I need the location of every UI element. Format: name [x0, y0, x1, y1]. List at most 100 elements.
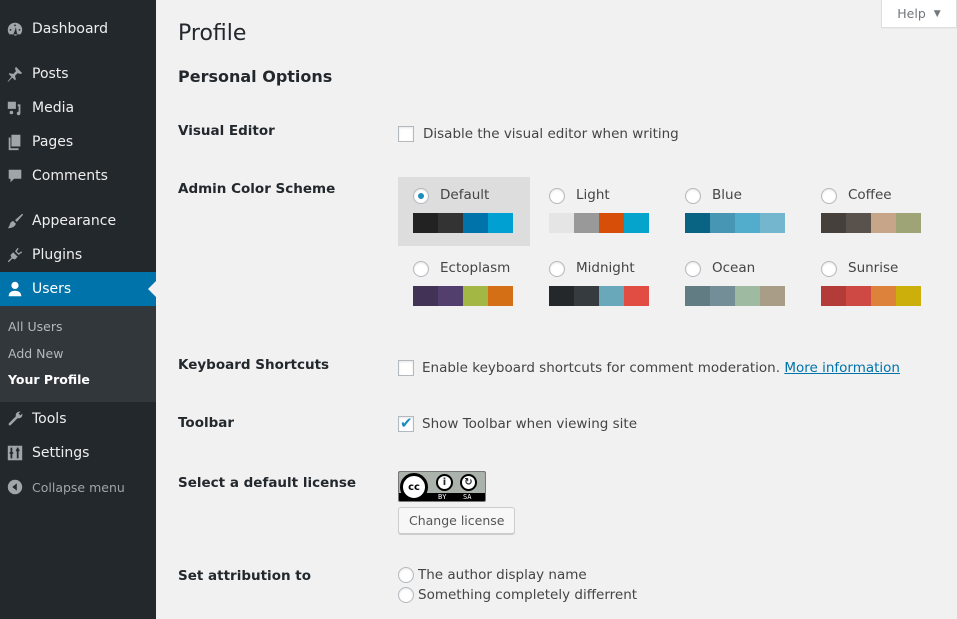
color-swatch [413, 213, 438, 233]
radio-button[interactable] [398, 567, 414, 583]
color-swatches [413, 286, 513, 306]
color-swatch [710, 286, 735, 306]
color-scheme-option-default[interactable]: Default [398, 177, 530, 246]
color-swatch [488, 213, 513, 233]
color-scheme-option-sunrise[interactable]: Sunrise [806, 250, 938, 319]
color-swatch [846, 286, 871, 306]
sidebar-item-settings[interactable]: Settings [0, 436, 156, 470]
sidebar-label: Users [32, 281, 72, 297]
radio-button[interactable] [413, 188, 429, 204]
plugin-icon [5, 245, 25, 265]
dashboard-icon [5, 19, 25, 39]
color-swatch [438, 213, 463, 233]
radio-button[interactable] [821, 188, 837, 204]
radio-button[interactable] [821, 261, 837, 277]
collapse-menu-button[interactable]: Collapse menu [0, 470, 156, 504]
sidebar-item-tools[interactable]: Tools [0, 402, 156, 436]
media-icon [5, 98, 25, 118]
attribution-option-custom[interactable]: Something completely differrent [398, 587, 637, 603]
sidebar-item-appearance[interactable]: Appearance [0, 204, 156, 238]
change-license-button[interactable]: Change license [398, 507, 516, 534]
show-toolbar-checkbox[interactable]: ✔ [398, 414, 414, 432]
color-swatch [871, 286, 896, 306]
sidebar-item-pages[interactable]: Pages [0, 125, 156, 159]
sidebar-item-users[interactable]: Users [0, 272, 156, 306]
color-swatch [413, 286, 438, 306]
submenu-add-new[interactable]: Add New [8, 346, 63, 361]
settings-icon [5, 443, 25, 463]
collapse-icon [5, 477, 25, 497]
radio-button[interactable] [549, 261, 565, 277]
color-swatches [685, 286, 785, 306]
attribution-option-author[interactable]: The author display name [398, 567, 587, 583]
color-swatch [821, 286, 846, 306]
color-scheme-name: Light [576, 187, 610, 203]
color-scheme-name: Ectoplasm [440, 260, 511, 276]
more-information-link[interactable]: More information [784, 360, 900, 376]
color-swatch [821, 213, 846, 233]
keyboard-shortcuts-checkbox[interactable] [398, 360, 414, 376]
wrench-icon [5, 409, 25, 429]
radio-button[interactable] [398, 587, 414, 603]
color-scheme-option-coffee[interactable]: Coffee [806, 177, 938, 246]
radio-button[interactable] [685, 188, 701, 204]
color-swatch [896, 286, 921, 306]
caret-down-icon: ▼ [933, 8, 941, 19]
color-scheme-name: Coffee [848, 187, 892, 203]
keyboard-shortcuts-text: Enable keyboard shortcuts for comment mo… [422, 360, 900, 376]
color-swatch [760, 213, 785, 233]
color-swatch [549, 213, 574, 233]
radio-button[interactable] [685, 261, 701, 277]
keyboard-shortcuts-option: Enable keyboard shortcuts for comment mo… [422, 360, 781, 376]
sidebar-item-plugins[interactable]: Plugins [0, 238, 156, 272]
sa-label: SA [463, 493, 472, 501]
color-scheme-name: Ocean [712, 260, 756, 276]
help-label: Help [897, 6, 926, 21]
by-label: BY [438, 493, 447, 501]
color-scheme-option-midnight[interactable]: Midnight [534, 250, 666, 319]
user-icon [5, 279, 25, 299]
share-alike-icon: ↻ [460, 474, 477, 491]
submenu-your-profile[interactable]: Your Profile [8, 372, 90, 387]
submenu-all-users[interactable]: All Users [8, 319, 62, 334]
checkmark-icon: ✔ [400, 414, 413, 432]
color-swatch [488, 286, 513, 306]
radio-button[interactable] [413, 261, 429, 277]
color-scheme-option-blue[interactable]: Blue [670, 177, 802, 246]
sidebar-label: Appearance [32, 213, 117, 229]
license-label: Select a default license [178, 475, 357, 491]
color-scheme-option-light[interactable]: Light [534, 177, 666, 246]
sidebar-label: Pages [32, 134, 74, 150]
sidebar-label: Settings [32, 445, 90, 461]
color-swatch [574, 286, 599, 306]
sidebar-label: Posts [32, 66, 69, 82]
sidebar-label: Media [32, 100, 75, 116]
attribution-option-text: The author display name [418, 567, 587, 583]
toolbar-label: Toolbar [178, 415, 235, 431]
disable-visual-editor-checkbox[interactable] [398, 126, 414, 142]
color-swatch [735, 213, 760, 233]
color-swatch [574, 213, 599, 233]
sidebar-label: Tools [32, 411, 67, 427]
attribution-option-text: Something completely differrent [418, 587, 638, 603]
sidebar-item-dashboard[interactable]: Dashboard [0, 12, 156, 46]
color-swatch [463, 286, 488, 306]
color-swatches [821, 286, 921, 306]
color-swatch [599, 213, 624, 233]
help-tab-button[interactable]: Help ▼ [881, 0, 957, 28]
color-scheme-option-ectoplasm[interactable]: Ectoplasm [398, 250, 530, 319]
color-swatch [463, 213, 488, 233]
color-swatch [710, 213, 735, 233]
sidebar-item-media[interactable]: Media [0, 91, 156, 125]
sidebar-item-posts[interactable]: Posts [0, 57, 156, 91]
color-swatch [685, 286, 710, 306]
color-scheme-option-ocean[interactable]: Ocean [670, 250, 802, 319]
radio-button[interactable] [549, 188, 565, 204]
sidebar-item-comments[interactable]: Comments [0, 159, 156, 193]
color-swatches [549, 213, 649, 233]
attribution-icon: i [436, 474, 453, 491]
pages-icon [5, 132, 25, 152]
color-swatches [413, 213, 513, 233]
section-heading: Personal Options [178, 67, 333, 86]
color-swatch [846, 213, 871, 233]
